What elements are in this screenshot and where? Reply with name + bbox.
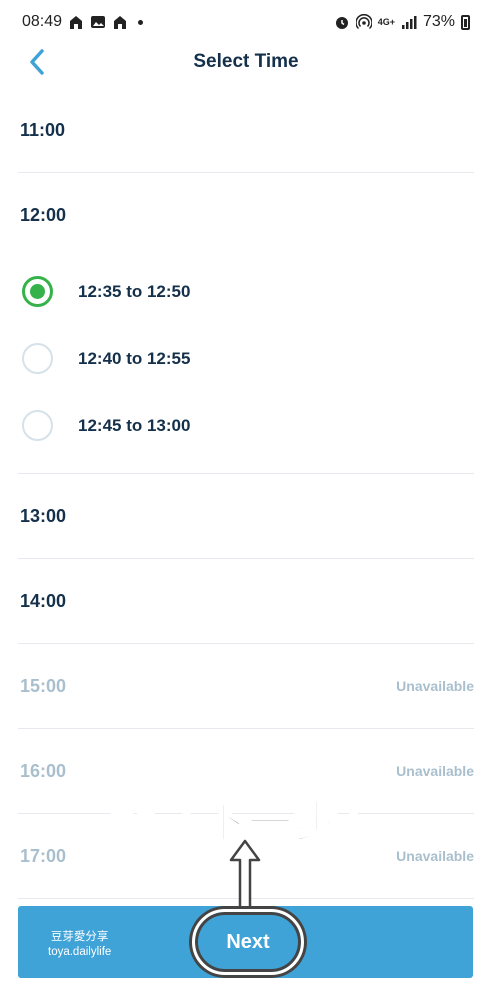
unavailable-label: Unavailable	[396, 848, 474, 864]
next-button[interactable]: Next	[192, 909, 304, 975]
hour-label: 16:00	[20, 760, 67, 781]
notification-dot-icon	[138, 19, 144, 25]
status-bar: 08:49 4G+ 73%	[0, 0, 492, 44]
hour-label: 14:00	[20, 590, 67, 611]
time-list: 11:00 12:00 12:35 to 12:50 12:40 to 12:5…	[0, 88, 492, 899]
radio-unselected-icon[interactable]	[22, 343, 53, 374]
time-slot-2[interactable]: 12:40 to 12:55	[18, 325, 474, 392]
hour-label: 17:00	[20, 845, 67, 866]
hour-row-13[interactable]: 13:00	[18, 474, 474, 559]
hour-row-15: 15:00 Unavailable	[18, 644, 474, 729]
image-icon	[91, 16, 106, 28]
hour-group-12: 12:00 12:35 to 12:50 12:40 to 12:55 12:4…	[18, 173, 474, 474]
hour-label: 13:00	[20, 505, 67, 526]
radio-unselected-icon[interactable]	[22, 410, 53, 441]
home-icon	[114, 16, 127, 29]
hour-row-11[interactable]: 11:00	[18, 88, 474, 173]
hour-label: 12:00	[20, 205, 67, 225]
signal-icon	[401, 16, 417, 29]
hour-row-12[interactable]: 12:00	[18, 173, 474, 258]
header: Select Time	[0, 44, 492, 80]
chevron-left-icon	[30, 49, 44, 75]
status-time: 08:49	[22, 13, 63, 30]
hour-row-14[interactable]: 14:00	[18, 559, 474, 644]
unavailable-label: Unavailable	[396, 763, 474, 779]
back-button[interactable]	[20, 46, 52, 78]
status-left: 08:49	[22, 13, 144, 31]
time-slot-3[interactable]: 12:45 to 13:00	[18, 392, 474, 459]
watermark-line: toya.dailylife	[48, 946, 112, 958]
hour-label: 11:00	[20, 119, 66, 140]
arrow-up-icon	[229, 839, 261, 915]
page-title: Select Time	[193, 51, 299, 72]
network-type: 4G+	[377, 17, 395, 27]
home-icon	[70, 16, 83, 29]
battery-icon	[461, 14, 470, 30]
unavailable-label: Unavailable	[396, 678, 474, 694]
slot-label: 12:40 to 12:55	[78, 348, 191, 368]
slot-label: 12:45 to 13:00	[78, 415, 191, 435]
hotspot-icon	[355, 14, 372, 30]
hour-label: 15:00	[20, 675, 67, 696]
radio-selected-icon[interactable]	[22, 276, 53, 307]
slot-label: 12:35 to 12:50	[78, 281, 191, 301]
watermark-line: 豆芽愛分享	[50, 931, 109, 943]
watermark: 豆芽愛分享 toya.dailylife	[48, 930, 111, 960]
time-slot-1[interactable]: 12:35 to 12:50	[18, 258, 474, 325]
battery-percent: 73%	[422, 13, 455, 30]
bottom-bar: 豆芽愛分享 toya.dailylife Next	[18, 906, 473, 978]
alarm-icon	[335, 17, 348, 29]
status-right: 4G+ 73%	[334, 13, 470, 31]
